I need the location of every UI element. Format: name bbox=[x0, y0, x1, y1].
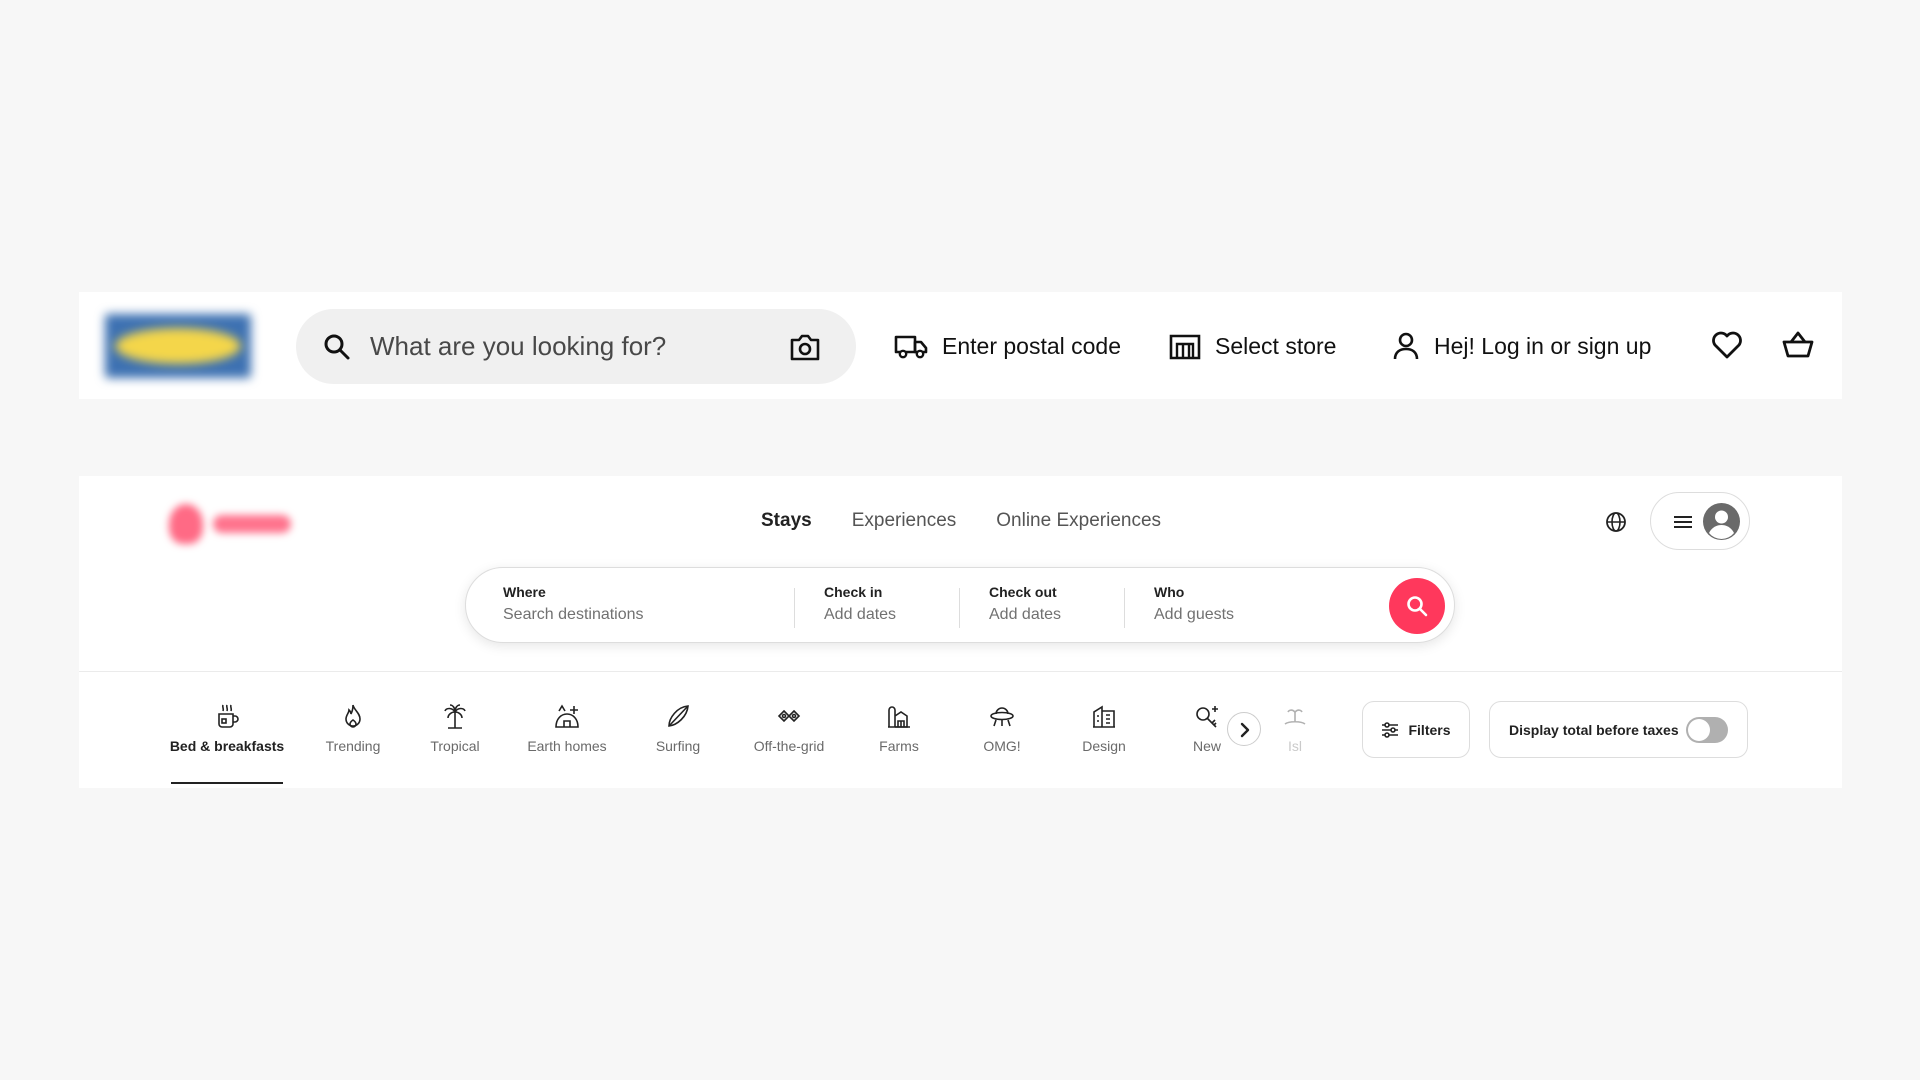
category-islands[interactable]: Isl bbox=[1283, 688, 1307, 774]
category-trending[interactable]: Trending bbox=[318, 688, 388, 774]
off-grid-icon bbox=[777, 709, 801, 723]
where-field[interactable]: Where Search destinations bbox=[503, 584, 644, 624]
surfboard-icon bbox=[668, 705, 689, 727]
where-label: Where bbox=[503, 584, 546, 600]
ikea-search-bar[interactable]: What are you looking for? bbox=[296, 309, 856, 384]
check-out-label: Check out bbox=[989, 584, 1057, 600]
flame-icon bbox=[345, 704, 361, 728]
category-tropical[interactable]: Tropical bbox=[424, 688, 486, 774]
category-off-the-grid[interactable]: Off-the-grid bbox=[746, 688, 832, 774]
main-tabs: Stays Experiences Online Experiences bbox=[761, 508, 1161, 534]
delivery-truck-icon bbox=[894, 335, 928, 359]
filters-button[interactable]: Filters bbox=[1362, 701, 1470, 758]
category-label: OMG! bbox=[983, 738, 1021, 754]
chevron-right-icon bbox=[1240, 722, 1250, 738]
heart-icon[interactable] bbox=[1710, 328, 1744, 362]
category-label: Trending bbox=[325, 738, 381, 754]
where-input[interactable]: Search destinations bbox=[503, 606, 644, 624]
user-icon bbox=[1393, 332, 1419, 360]
tab-stays[interactable]: Stays bbox=[761, 508, 812, 534]
category-label: Design bbox=[1082, 738, 1126, 754]
category-label: Earth homes bbox=[527, 738, 607, 754]
display-total-label: Display total before taxes bbox=[1509, 722, 1679, 738]
display-total-toggle[interactable] bbox=[1686, 717, 1728, 743]
avatar bbox=[1703, 503, 1740, 540]
category-label: Off-the-grid bbox=[753, 738, 825, 754]
check-in-field[interactable]: Check in Add dates bbox=[824, 584, 896, 624]
menu-icon bbox=[1674, 516, 1692, 528]
sliders-icon bbox=[1382, 721, 1399, 738]
tab-experiences[interactable]: Experiences bbox=[852, 508, 957, 534]
stay-search-bar: Where Search destinations Check in Add d… bbox=[465, 567, 1455, 643]
category-label: Bed & breakfasts bbox=[169, 738, 285, 754]
display-total-toggle-container: Display total before taxes bbox=[1489, 701, 1748, 758]
login-link[interactable]: Hej! Log in or sign up bbox=[1392, 324, 1651, 368]
ikea-header: What are you looking for? Enter postal c… bbox=[79, 292, 1842, 399]
ufo-icon bbox=[990, 707, 1014, 727]
category-bed-breakfasts[interactable]: Bed & breakfasts bbox=[169, 688, 285, 784]
category-earth-homes[interactable]: Earth homes bbox=[524, 688, 610, 774]
category-label: Tropical bbox=[430, 738, 480, 754]
category-label: Surfing bbox=[655, 738, 701, 754]
search-input[interactable]: What are you looking for? bbox=[370, 331, 666, 362]
category-new[interactable]: New bbox=[1186, 688, 1228, 774]
guests-value: Add guests bbox=[1154, 606, 1235, 623]
store-icon bbox=[1169, 334, 1201, 360]
earth-home-icon bbox=[555, 704, 579, 728]
login-label: Hej! Log in or sign up bbox=[1434, 332, 1652, 359]
category-label: New bbox=[1192, 738, 1221, 754]
category-surfing[interactable]: Surfing bbox=[647, 688, 709, 774]
tab-online-experiences[interactable]: Online Experiences bbox=[996, 508, 1161, 534]
category-label: Farms bbox=[879, 738, 919, 754]
ikea-logo[interactable] bbox=[105, 314, 251, 378]
palm-tree-icon bbox=[444, 704, 466, 729]
coffee-cup-icon bbox=[218, 704, 239, 728]
building-icon bbox=[1093, 705, 1115, 728]
category-label: Isl bbox=[1288, 738, 1302, 754]
user-menu-button[interactable] bbox=[1650, 492, 1750, 550]
divider bbox=[79, 671, 1842, 672]
check-in-label: Check in bbox=[824, 584, 883, 600]
check-in-value: Add dates bbox=[824, 606, 897, 623]
check-out-field[interactable]: Check out Add dates bbox=[989, 584, 1061, 624]
postal-code-label: Enter postal code bbox=[942, 332, 1122, 359]
categories-next-button[interactable] bbox=[1227, 712, 1261, 746]
key-sparkle-icon bbox=[1196, 706, 1218, 728]
category-farms[interactable]: Farms bbox=[873, 688, 925, 774]
search-icon bbox=[324, 334, 350, 360]
check-out-value: Add dates bbox=[989, 606, 1062, 623]
island-icon bbox=[1284, 709, 1306, 725]
category-design[interactable]: Design bbox=[1077, 688, 1131, 774]
filters-label: Filters bbox=[1408, 721, 1451, 738]
search-icon bbox=[1407, 596, 1428, 617]
globe-icon[interactable] bbox=[1602, 508, 1630, 536]
category-omg[interactable]: OMG! bbox=[979, 688, 1025, 774]
select-store-label: Select store bbox=[1215, 332, 1337, 359]
guests-field[interactable]: Who Add guests bbox=[1154, 584, 1234, 624]
shopping-basket-icon[interactable] bbox=[1781, 328, 1815, 362]
select-store-link[interactable]: Select store bbox=[1169, 324, 1336, 368]
farm-icon bbox=[888, 706, 910, 728]
airbnb-logo[interactable] bbox=[169, 500, 299, 548]
guests-label: Who bbox=[1154, 584, 1185, 600]
postal-code-link[interactable]: Enter postal code bbox=[894, 324, 1121, 368]
search-button[interactable] bbox=[1389, 578, 1445, 634]
camera-icon[interactable] bbox=[789, 332, 821, 362]
